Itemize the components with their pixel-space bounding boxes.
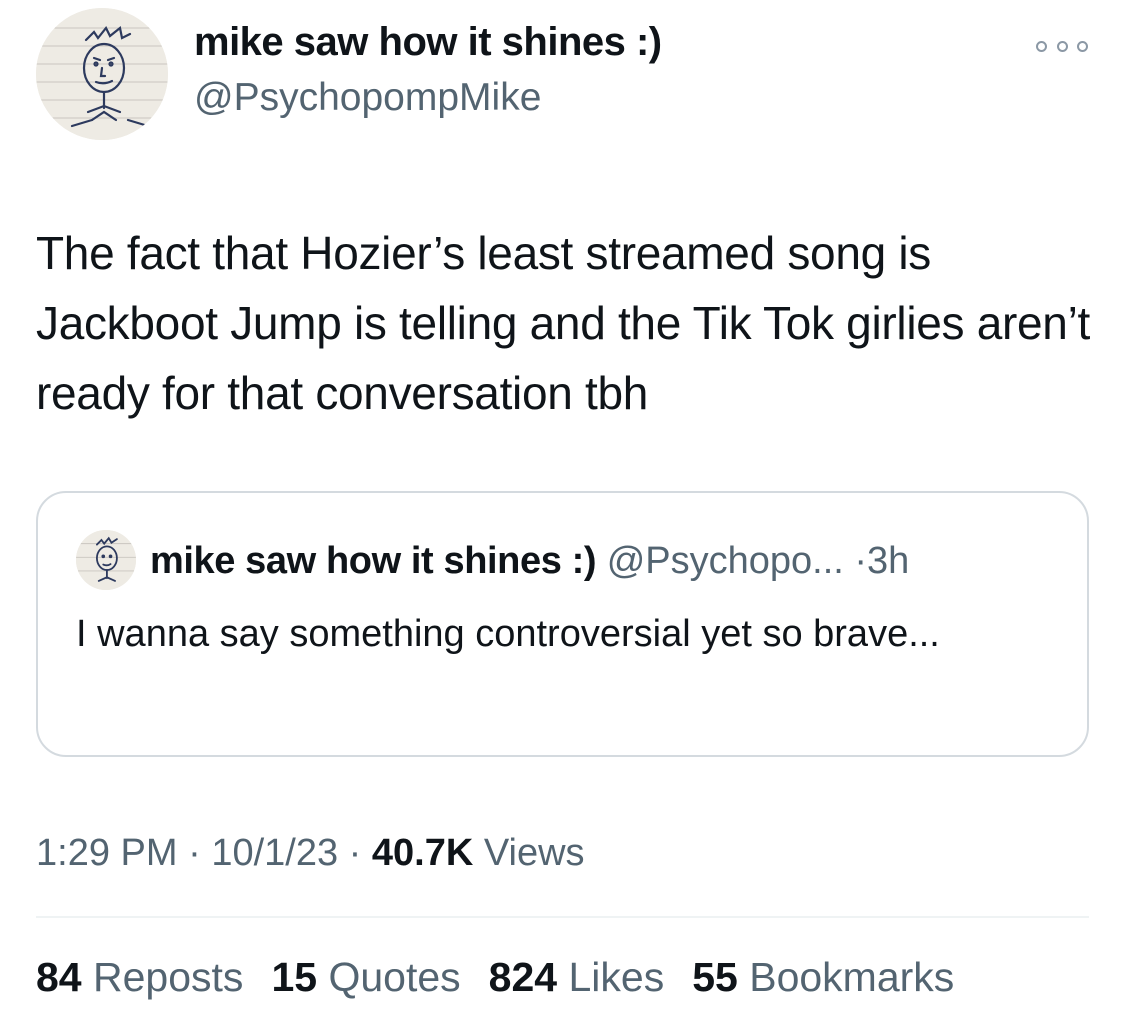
quoted-tweet-header: mike saw how it shines :) @Psychopo... ·…	[150, 539, 909, 583]
author-display-name[interactable]: mike saw how it shines :)	[194, 20, 662, 65]
tweet-meta: 1:29 PM · 10/1/23 · 40.7K Views	[36, 832, 585, 875]
quoted-author-handle[interactable]: @Psychopo...	[607, 540, 844, 582]
quotes-label: Quotes	[328, 954, 461, 1000]
divider	[36, 916, 1089, 918]
more-horizontal-icon	[1036, 40, 1047, 52]
reposts-stat[interactable]: 84 Reposts	[36, 954, 243, 1001]
quoted-author-display-name[interactable]: mike saw how it shines :)	[150, 540, 597, 582]
likes-count: 824	[488, 954, 558, 1000]
views-count: 40.7K	[371, 832, 474, 874]
quotes-stat[interactable]: 15 Quotes	[271, 954, 460, 1001]
bookmarks-stat[interactable]: 55 Bookmarks	[692, 954, 954, 1001]
likes-label: Likes	[568, 954, 665, 1000]
tweet-text: The fact that Hozier’s least streamed so…	[36, 227, 1090, 419]
quoted-author-avatar[interactable]	[76, 530, 136, 590]
quoted-tweet-text: I wanna say something controversial yet …	[76, 613, 940, 655]
separator-dot: ·	[188, 832, 201, 874]
views-label: Views	[483, 832, 585, 874]
bookmarks-label: Bookmarks	[749, 954, 955, 1000]
quotes-count: 15	[271, 954, 318, 1000]
tweet-time[interactable]: 1:29 PM	[36, 832, 178, 874]
sketch-face-avatar-icon	[36, 8, 168, 140]
sketch-face-avatar-icon	[76, 530, 136, 590]
bookmarks-count: 55	[692, 954, 738, 1000]
author-handle[interactable]: @PsychopompMike	[194, 76, 541, 120]
engagement-stats: 84 Reposts 15 Quotes 824 Likes 55 Bookma…	[36, 954, 954, 1001]
quoted-tweet-card[interactable]: mike saw how it shines :) @Psychopo... ·…	[36, 491, 1089, 757]
more-horizontal-icon	[1077, 40, 1088, 52]
author-avatar[interactable]	[36, 8, 168, 140]
more-options-button[interactable]	[1036, 34, 1088, 58]
quoted-tweet-time[interactable]: 3h	[867, 540, 909, 582]
reposts-label: Reposts	[93, 954, 244, 1000]
more-horizontal-icon	[1056, 40, 1068, 52]
separator-dot: ·	[348, 832, 362, 874]
likes-stat[interactable]: 824 Likes	[489, 954, 665, 1001]
separator-dot: ·	[854, 540, 868, 582]
tweet-date[interactable]: 10/1/23	[211, 832, 338, 874]
reposts-count: 84	[36, 954, 82, 1000]
